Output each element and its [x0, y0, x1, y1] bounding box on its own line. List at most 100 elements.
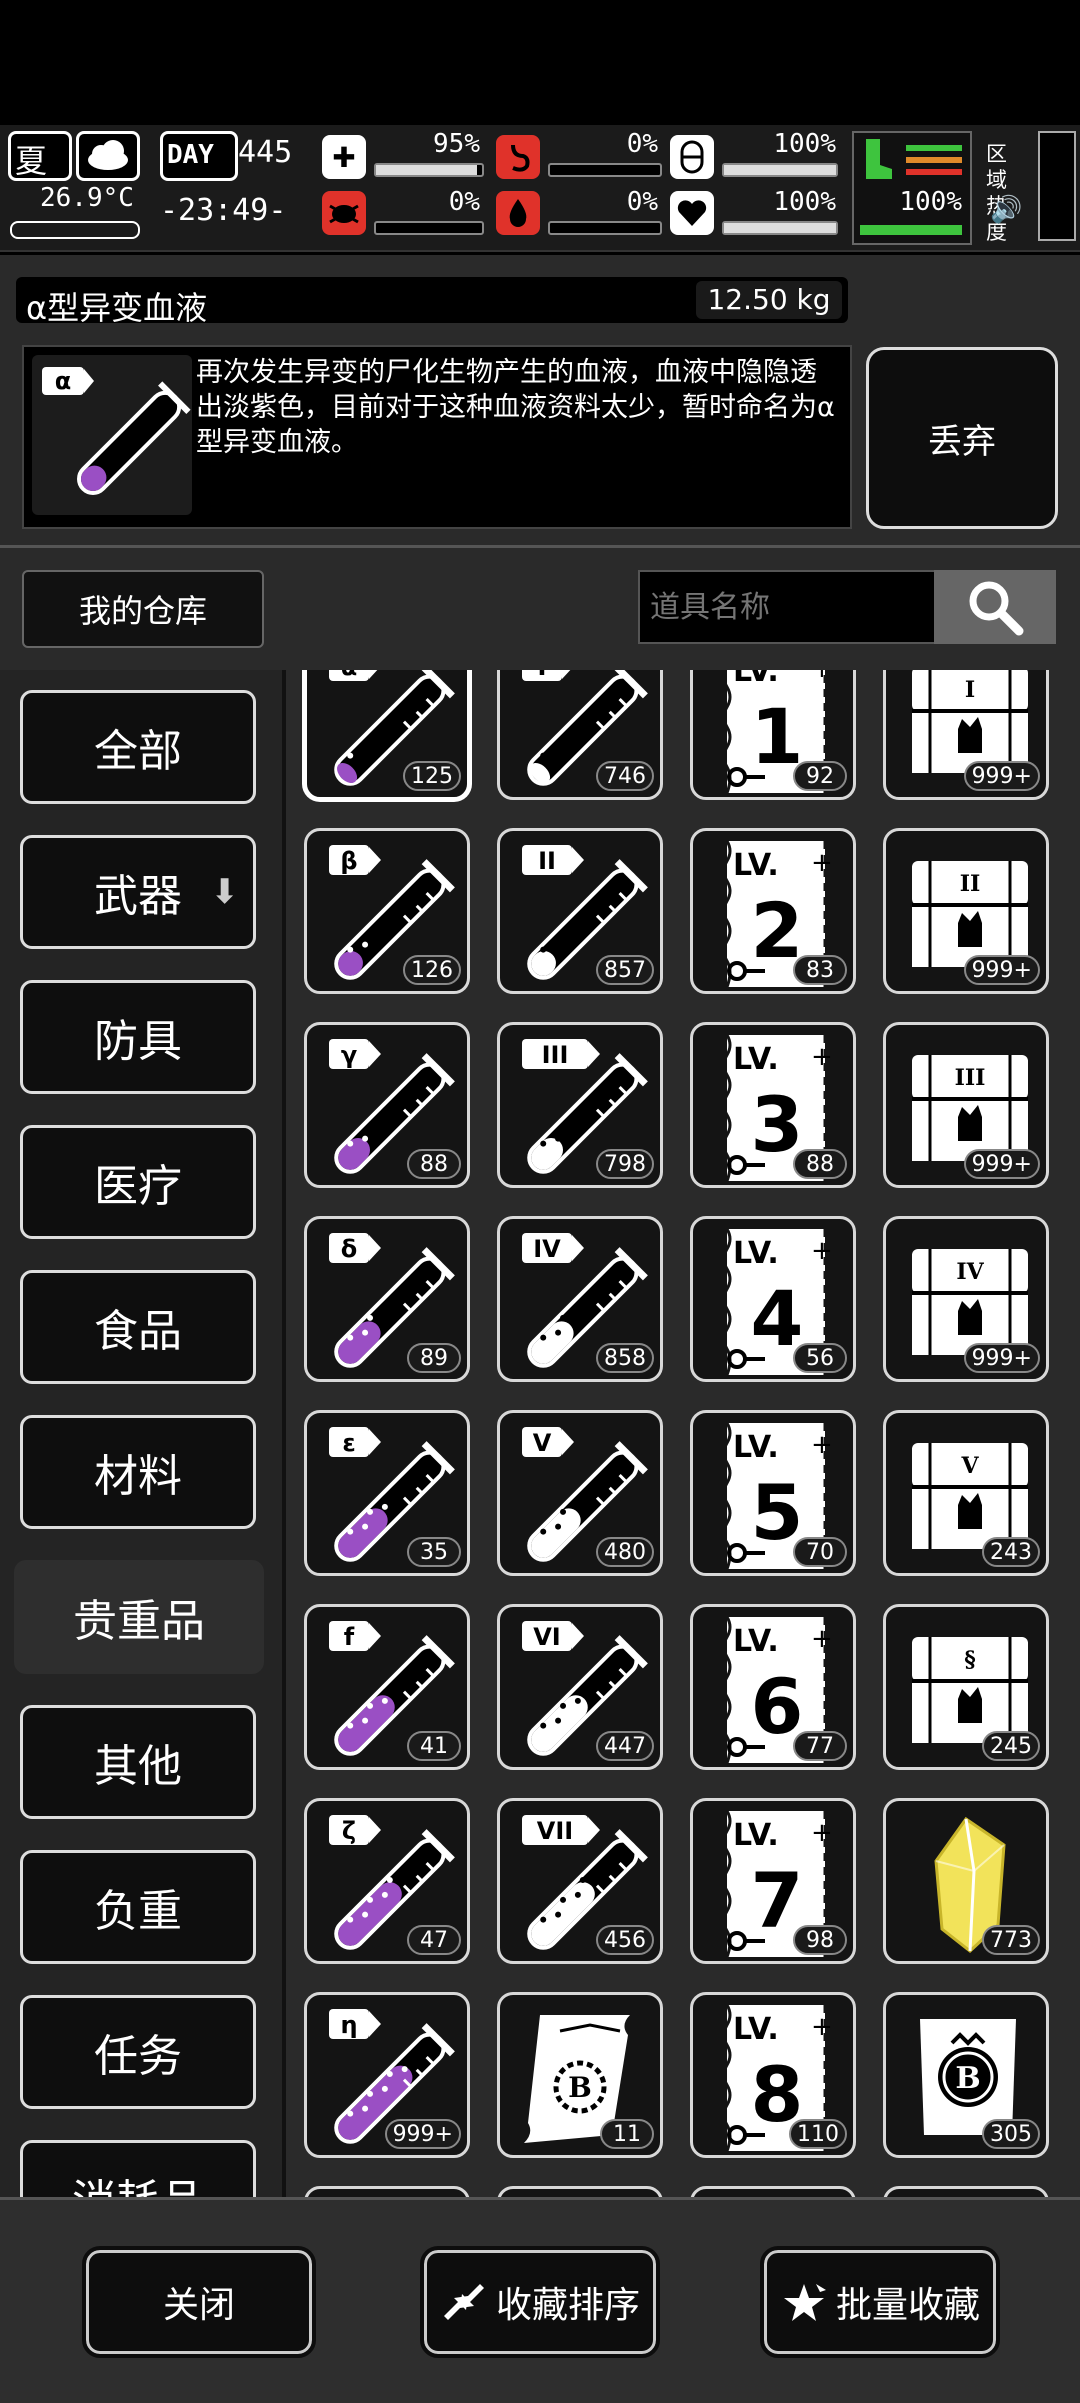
inventory-slot[interactable]: B 11 — [497, 1992, 663, 2158]
close-button[interactable]: 关闭 — [82, 2246, 316, 2358]
item-count-badge: 999+ — [384, 2119, 461, 2149]
item-count-badge: 83 — [793, 955, 847, 985]
svg-text:IV: IV — [956, 1259, 984, 1285]
inventory-slot[interactable] — [883, 2186, 1049, 2197]
svg-text:+: + — [811, 1624, 833, 1654]
svg-text:β: β — [340, 847, 357, 875]
item-description: 再次发生异变的尸化生物产生的血液，血液中隐隐透出淡紫色，目前对于这种血液资料太少… — [196, 357, 835, 458]
category-quests[interactable]: 任务 — [20, 1995, 256, 2109]
inventory-slot[interactable]: V 243 — [883, 1410, 1049, 1576]
inventory-slot[interactable]: III 798 — [497, 1022, 663, 1188]
item-count-badge: 999+ — [963, 955, 1040, 985]
category-all[interactable]: 全部 — [20, 690, 256, 804]
speaker-icon[interactable]: 🔊 — [990, 195, 1022, 225]
inventory-slot[interactable]: LV. + 5 70 — [690, 1410, 856, 1576]
inventory-slot[interactable]: LV. + 2 83 — [690, 828, 856, 994]
inventory-slot[interactable]: δ 89 — [304, 1216, 470, 1382]
inventory-slot[interactable]: LV. + 3 88 — [690, 1022, 856, 1188]
search-icon — [969, 581, 1024, 636]
svg-text:II: II — [960, 871, 981, 897]
item-count-badge: 88 — [407, 1149, 461, 1179]
star-icon — [783, 2284, 826, 2321]
infection-bar — [374, 221, 484, 235]
svg-text:IV: IV — [533, 1235, 561, 1263]
zone-heat-meter — [1038, 131, 1076, 241]
category-load[interactable]: 负重 — [20, 1850, 256, 1964]
category-label: 其他 — [94, 1741, 182, 1792]
category-consumables[interactable]: 消耗品 — [20, 2140, 256, 2197]
inventory-slot[interactable]: B 305 — [883, 1992, 1049, 2158]
item-name-bar: α型异变血液 12.50 kg — [16, 277, 848, 327]
category-other[interactable]: 其他 — [20, 1705, 256, 1819]
inventory-slot[interactable] — [497, 2186, 663, 2197]
inventory-slot[interactable]: IV 858 — [497, 1216, 663, 1382]
inventory-slot[interactable]: II 999+ — [883, 828, 1049, 994]
search-input[interactable] — [638, 570, 934, 644]
category-valuables[interactable]: 贵重品 — [14, 1560, 264, 1674]
stamina-percent: 100% — [773, 129, 836, 159]
category-weapons[interactable]: 武器 ⬇ — [20, 835, 256, 949]
svg-text:LV.: LV. — [733, 1042, 779, 1077]
item-count-badge: 89 — [407, 1343, 461, 1373]
batch-favorite-button[interactable]: 批量收藏 — [760, 2246, 1000, 2358]
heart-icon — [670, 191, 714, 235]
temperature-readout: 26.9°C — [40, 183, 134, 213]
svg-text:LV.: LV. — [733, 848, 779, 883]
item-description-box: α 再次发生异变的尸化生物产生的血液，血液中隐隐透出淡紫色，目前对于这种血液资料… — [22, 345, 852, 529]
inventory-slot[interactable]: II 857 — [497, 828, 663, 994]
svg-text:LV.: LV. — [733, 670, 779, 689]
category-food[interactable]: 食品 — [20, 1270, 256, 1384]
inventory-slot[interactable]: III 999+ — [883, 1022, 1049, 1188]
discard-button[interactable]: 丢弃 — [866, 347, 1058, 529]
inventory-slot[interactable] — [304, 2186, 470, 2197]
sort-favorites-button[interactable]: 收藏排序 — [420, 2246, 660, 2358]
inventory-slot[interactable]: 773 — [883, 1798, 1049, 1964]
warehouse-button[interactable]: 我的仓库 — [22, 570, 264, 648]
svg-text:α: α — [341, 670, 358, 681]
inventory-slot[interactable]: § 245 — [883, 1604, 1049, 1770]
item-count-badge: 999+ — [963, 761, 1040, 791]
inventory-slot[interactable]: I 999+ — [883, 670, 1049, 800]
inventory-slot[interactable]: VI 447 — [497, 1604, 663, 1770]
inventory-slot[interactable]: LV. + 8 110 — [690, 1992, 856, 2158]
inventory-slot[interactable]: η 999+ — [304, 1992, 470, 2158]
svg-text:α: α — [55, 367, 72, 395]
item-detail-panel: α型异变血液 12.50 kg α 再次发生异变的尸化生物产生的血液，血液中隐隐… — [0, 255, 1080, 548]
season-label: 夏 — [15, 142, 48, 180]
inventory-slot[interactable]: LV. + 4 56 — [690, 1216, 856, 1382]
item-count-badge: 126 — [403, 955, 461, 985]
item-count-badge: 480 — [596, 1537, 654, 1567]
item-thumbnail: α — [32, 355, 192, 515]
inventory-slot[interactable]: VII 456 — [497, 1798, 663, 1964]
inventory-slot-selected[interactable]: α 125 — [304, 670, 470, 800]
pill-icon — [670, 135, 714, 179]
search-button[interactable] — [934, 570, 1056, 644]
item-count-badge: 125 — [403, 761, 461, 791]
inventory-slot[interactable]: β 126 — [304, 828, 470, 994]
inventory-slot[interactable]: f 41 — [304, 1604, 470, 1770]
inventory-slot[interactable]: LV. + 1 92 — [690, 670, 856, 800]
inventory-slot[interactable]: ε 35 — [304, 1410, 470, 1576]
category-materials[interactable]: 材料 — [20, 1415, 256, 1529]
category-medical[interactable]: 医疗 — [20, 1125, 256, 1239]
svg-text:B: B — [568, 2071, 592, 2104]
item-count-badge: 773 — [982, 1925, 1040, 1955]
blood-drop-icon — [496, 191, 540, 235]
inventory-slot[interactable]: LV. + 6 77 — [690, 1604, 856, 1770]
inventory-slot[interactable]: IV 999+ — [883, 1216, 1049, 1382]
inventory-slot[interactable]: I 746 — [497, 670, 663, 800]
svg-text:V: V — [533, 1429, 552, 1457]
inventory-slot[interactable]: γ 88 — [304, 1022, 470, 1188]
inventory-slot[interactable] — [690, 2186, 856, 2197]
inventory-slot[interactable]: LV. + 7 98 — [690, 1798, 856, 1964]
item-weight: 12.50 kg — [696, 281, 842, 319]
item-count-badge: 92 — [793, 761, 847, 791]
svg-text:γ: γ — [341, 1041, 357, 1069]
category-armor[interactable]: 防具 — [20, 980, 256, 1094]
inventory-slot[interactable]: ζ 47 — [304, 1798, 470, 1964]
item-count-badge: 305 — [982, 2119, 1040, 2149]
category-label: 负重 — [94, 1886, 182, 1937]
svg-text:VI: VI — [533, 1623, 561, 1651]
inventory-slot[interactable]: V 480 — [497, 1410, 663, 1576]
day-badge: DAY — [160, 131, 238, 181]
